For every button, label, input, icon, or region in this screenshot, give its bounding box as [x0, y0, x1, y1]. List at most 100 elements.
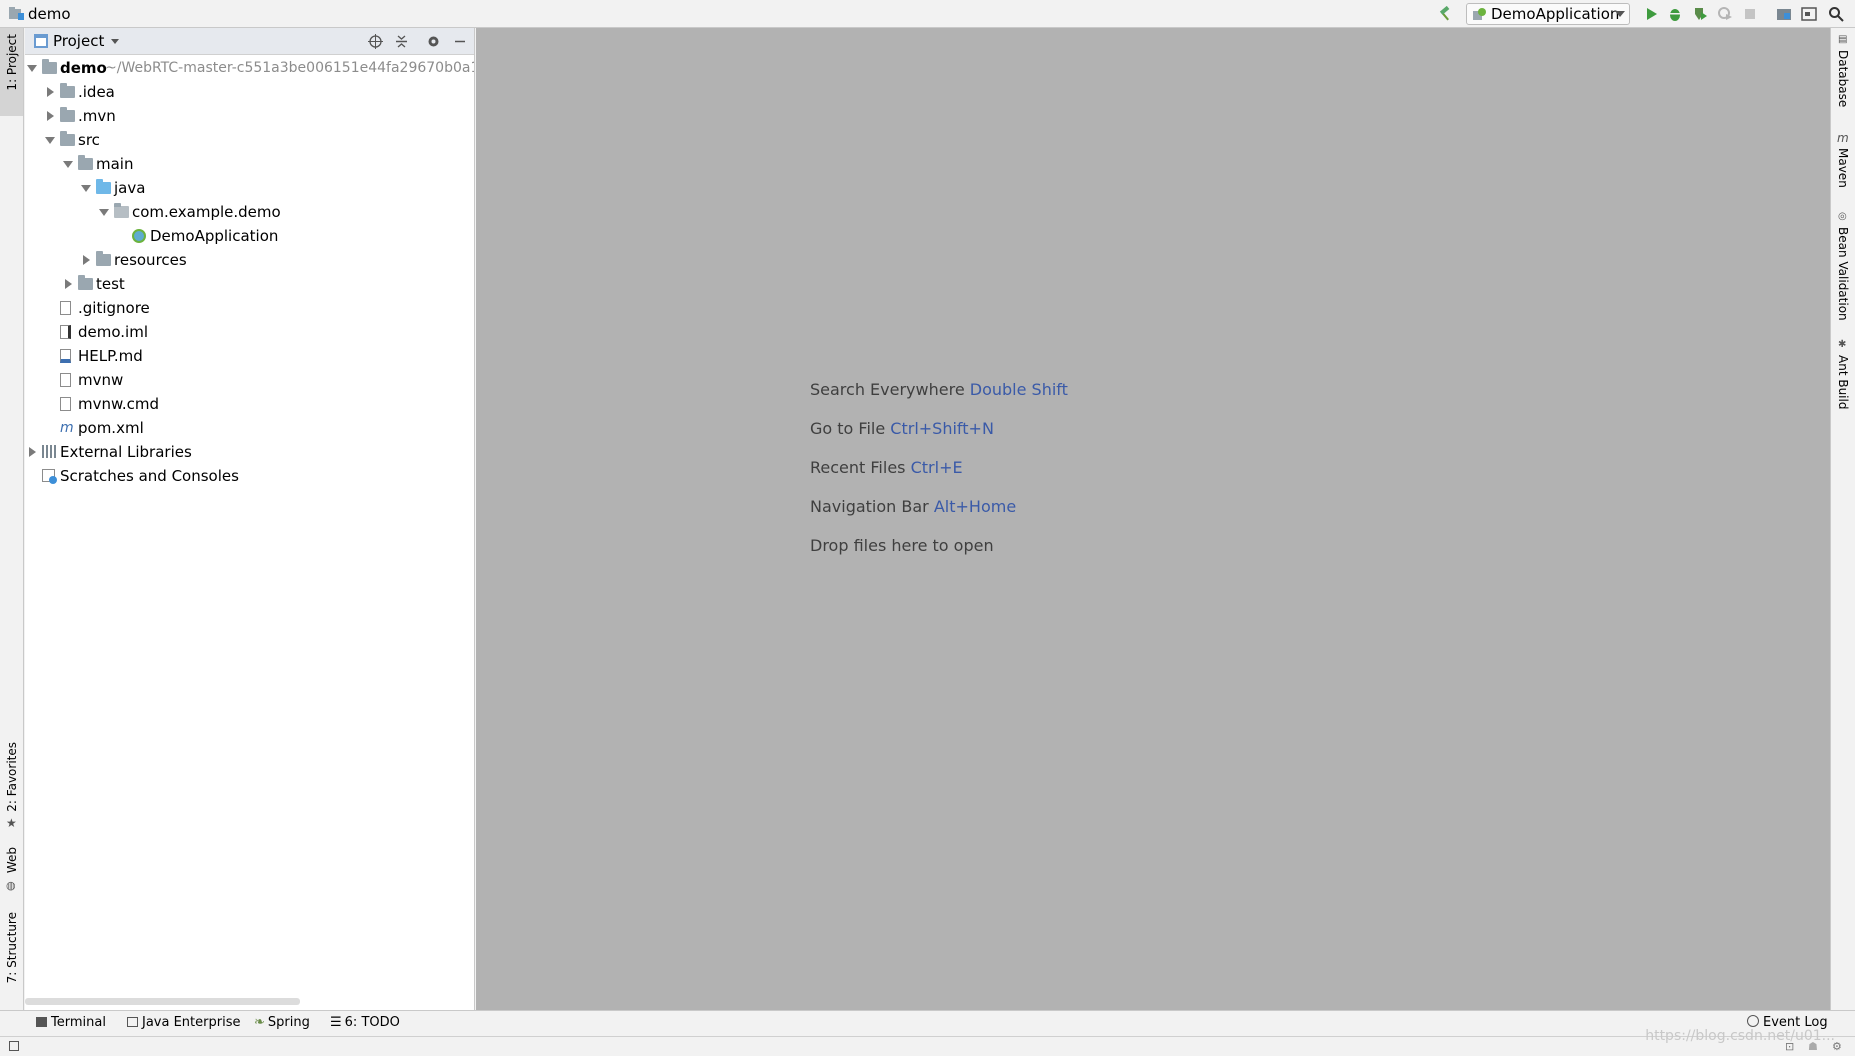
scratches-icon	[42, 469, 57, 484]
project-view-icon	[34, 34, 48, 48]
chevron-right-icon[interactable]	[29, 447, 36, 457]
tree-item[interactable]: com.example.demo	[25, 200, 474, 224]
folder-icon	[60, 131, 75, 146]
coverage-icon[interactable]	[1692, 6, 1708, 22]
tab-database-label: Database	[1836, 50, 1850, 108]
terminal-layout-icon[interactable]	[1801, 6, 1817, 22]
project-panel-header: Project	[25, 28, 474, 55]
tree-item[interactable]: java	[25, 176, 474, 200]
collapse-all-icon[interactable]	[394, 34, 409, 49]
debug-icon[interactable]	[1667, 6, 1683, 22]
database-icon: ▤	[1838, 34, 1848, 45]
chevron-right-icon[interactable]	[47, 111, 54, 121]
tree-item[interactable]: main	[25, 152, 474, 176]
tree-item[interactable]: Scratches and Consoles	[25, 464, 474, 488]
tab-maven[interactable]: m Maven	[1831, 131, 1855, 201]
tab-spring[interactable]: ❧ Spring	[254, 1015, 310, 1030]
tree-item[interactable]: .idea	[25, 80, 474, 104]
tree-item-label: mvnw.cmd	[78, 395, 160, 413]
gear-icon[interactable]	[426, 34, 441, 49]
module-path: ~/WebRTC-master-c551a3be006151e44fa29670…	[105, 60, 474, 76]
tab-database[interactable]: ▤ Database	[1831, 34, 1855, 114]
java-enterprise-icon	[127, 1017, 138, 1027]
hint-label: Search Everywhere	[810, 380, 965, 399]
toggle-tool-windows-icon[interactable]	[9, 1041, 19, 1051]
tree-item[interactable]: HELP.md	[25, 344, 474, 368]
breadcrumb[interactable]: demo	[28, 5, 71, 23]
chevron-down-icon[interactable]	[27, 65, 37, 72]
run-icon[interactable]	[1643, 6, 1659, 22]
tab-todo[interactable]: ☰ 6: TODO	[330, 1015, 400, 1030]
hint-shortcut: Double Shift	[969, 380, 1068, 399]
hammer-icon[interactable]	[1437, 6, 1453, 22]
text-file-icon	[60, 373, 71, 387]
locate-icon[interactable]	[368, 34, 383, 49]
project-structure-icon[interactable]	[1776, 6, 1792, 22]
stop-icon[interactable]	[1742, 6, 1758, 22]
tree-item[interactable]: mvnw	[25, 368, 474, 392]
globe-icon: ◍	[6, 879, 16, 892]
chevron-down-icon[interactable]	[111, 39, 119, 44]
hint-navigation-bar: Navigation Bar Alt+Home	[810, 497, 1016, 516]
tree-item[interactable]: resources	[25, 248, 474, 272]
tab-project[interactable]: 1: Project	[0, 28, 23, 116]
editor-empty-area[interactable]: Search Everywhere Double Shift Go to Fil…	[476, 28, 1830, 1010]
chevron-down-icon[interactable]	[45, 137, 55, 144]
tree-item-label: resources	[114, 251, 187, 269]
tab-bean-validation[interactable]: ◎ Bean Validation	[1831, 211, 1855, 331]
tab-web-label: Web	[5, 847, 19, 874]
terminal-icon	[36, 1017, 47, 1027]
bottom-tool-window-bar: Terminal Java Enterprise ❧ Spring ☰ 6: TOD…	[0, 1010, 1855, 1036]
source-folder-icon	[96, 179, 111, 194]
text-file-icon	[60, 397, 71, 411]
search-icon[interactable]	[1828, 6, 1844, 22]
tree-item[interactable]: DemoApplication	[25, 224, 474, 248]
hint-shortcut: Ctrl+Shift+N	[890, 419, 994, 438]
tree-item[interactable]: test	[25, 272, 474, 296]
tree-item-label: pom.xml	[78, 419, 144, 437]
bean-validation-icon: ◎	[1838, 211, 1847, 222]
tree-item-label: java	[114, 179, 146, 197]
profile-icon[interactable]	[1717, 6, 1733, 22]
project-view-select[interactable]: Project	[53, 32, 104, 50]
chevron-right-icon[interactable]	[83, 255, 90, 265]
hint-label: Navigation Bar	[810, 497, 929, 516]
resources-folder-icon	[96, 251, 111, 266]
run-configuration-select[interactable]: DemoApplication	[1466, 3, 1630, 25]
tree-item[interactable]: .gitignore	[25, 296, 474, 320]
tree-item[interactable]: mvnw.cmd	[25, 392, 474, 416]
minimize-icon[interactable]	[453, 34, 467, 49]
chevron-right-icon[interactable]	[47, 87, 54, 97]
tab-structure[interactable]: 7: Structure	[0, 910, 23, 1000]
run-configuration-label: DemoApplication	[1491, 5, 1620, 23]
tree-item[interactable]: .mvn	[25, 104, 474, 128]
status-bar: ⊡ ☗ ⚙	[0, 1036, 1855, 1056]
project-tree[interactable]: demo ~/WebRTC-master-c551a3be006151e44fa2…	[25, 56, 474, 996]
tree-item[interactable]: src	[25, 128, 474, 152]
star-icon: ★	[6, 816, 17, 830]
horizontal-scrollbar[interactable]	[25, 998, 300, 1005]
chevron-down-icon[interactable]	[63, 161, 73, 168]
tab-favorites[interactable]: 2: Favorites ★	[0, 740, 23, 840]
chevron-down-icon[interactable]	[99, 209, 109, 216]
spring-class-icon	[132, 229, 146, 243]
tab-ant-build[interactable]: ✱ Ant Build	[1831, 339, 1855, 419]
folder-icon	[78, 155, 93, 170]
tree-item[interactable]: demo ~/WebRTC-master-c551a3be006151e44fa2…	[25, 56, 474, 80]
tab-project-label: 1: Project	[5, 34, 19, 91]
tab-java-enterprise[interactable]: Java Enterprise	[127, 1015, 240, 1030]
tree-item[interactable]: External Libraries	[25, 440, 474, 464]
tree-item[interactable]: demo.iml	[25, 320, 474, 344]
tree-item-label: External Libraries	[60, 443, 192, 461]
tree-item-label: src	[78, 131, 100, 149]
tree-item[interactable]: m pom.xml	[25, 416, 474, 440]
maven-icon: m	[1837, 131, 1849, 145]
chevron-right-icon[interactable]	[65, 279, 72, 289]
markdown-file-icon	[60, 349, 71, 363]
chevron-down-icon[interactable]	[81, 185, 91, 192]
tree-item-label: Scratches and Consoles	[60, 467, 239, 485]
folder-icon	[9, 7, 24, 20]
tab-web[interactable]: Web ◍	[0, 845, 23, 895]
tab-terminal[interactable]: Terminal	[36, 1015, 106, 1030]
hint-go-to-file: Go to File Ctrl+Shift+N	[810, 419, 994, 438]
